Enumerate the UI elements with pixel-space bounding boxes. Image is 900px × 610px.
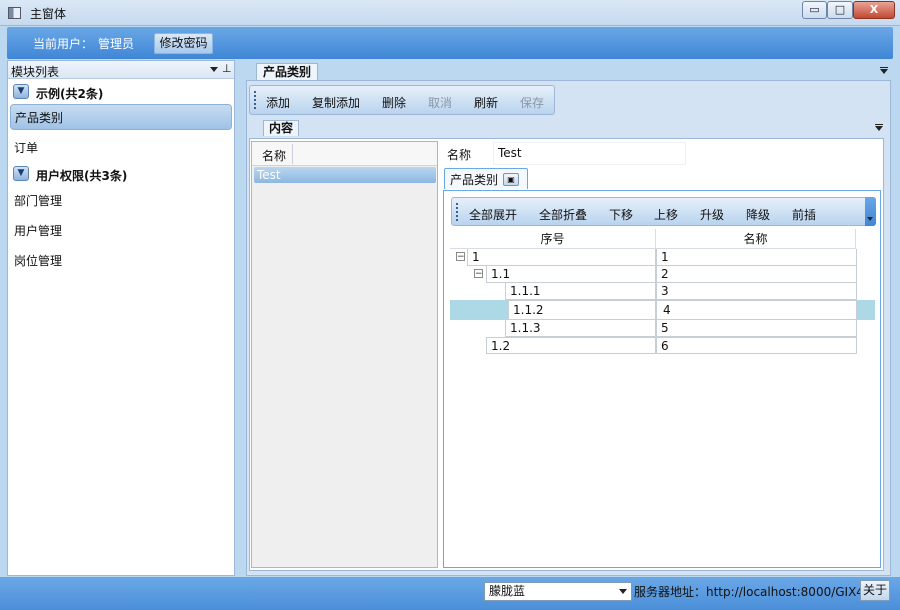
name-input[interactable]: Test	[493, 142, 686, 165]
tree-grid: 序号 名称 − 1 1 − 1.1 2 1.1.1 3 1.1.2 4 1.1.…	[450, 229, 875, 359]
group-label: 用户权限(共3条)	[36, 169, 128, 183]
cancel-button[interactable]: 取消	[428, 94, 452, 111]
tab-inner-product-category[interactable]: 产品类别 ▣	[444, 168, 528, 189]
collapse-icon[interactable]: −	[456, 252, 465, 262]
overflow-icon	[867, 217, 873, 221]
theme-select-value: 朦胧蓝	[489, 584, 526, 598]
nav-item-positions[interactable]: 岗位管理	[8, 248, 234, 274]
group-label: 示例(共2条)	[36, 87, 104, 101]
list-header: 名称	[252, 142, 437, 166]
nav-item-product-category[interactable]: 产品类别	[10, 104, 232, 130]
delete-button[interactable]: 删除	[382, 94, 406, 111]
add-button[interactable]: 添加	[266, 94, 290, 111]
promote-button[interactable]: 升级	[700, 206, 724, 223]
title-bar: 主窗体 ▭ □ X	[0, 0, 900, 26]
nav-item-departments[interactable]: 部门管理	[8, 188, 234, 214]
list-column-name[interactable]: 名称	[262, 147, 286, 164]
app-icon	[8, 7, 21, 19]
expand-all-button[interactable]: 全部展开	[469, 206, 517, 223]
panel-menu-icon[interactable]	[210, 67, 218, 72]
module-list-panel: 模块列表 ⊥ ▼ 示例(共2条) 产品类别 订单 ▼ 用户权限(共3条) 部门管…	[7, 60, 235, 576]
cell-seq: 1.1	[486, 266, 656, 283]
cell-seq: 1.1.2	[508, 300, 656, 320]
theme-select[interactable]: 朦胧蓝	[484, 582, 632, 601]
current-user-name: 管理员	[98, 37, 135, 51]
inner-tab-label: 产品类别	[450, 173, 499, 187]
column-header-name[interactable]: 名称	[656, 229, 856, 249]
toolbar-overflow-button[interactable]	[865, 197, 876, 226]
table-row[interactable]: 1.2 6	[450, 337, 875, 354]
module-list-title: 模块列表	[11, 65, 60, 79]
maximize-button[interactable]: □	[827, 1, 853, 19]
tab-content[interactable]: 内容	[263, 120, 299, 136]
table-row[interactable]: 1.1.1 3	[450, 283, 875, 300]
minimize-button[interactable]: ▭	[802, 1, 827, 19]
tab-product-category[interactable]: 产品类别	[256, 63, 318, 80]
toolbar-grip[interactable]	[456, 203, 458, 221]
cell-seq: 1.1.3	[505, 320, 656, 337]
nav-item-users[interactable]: 用户管理	[8, 218, 234, 244]
toolbar-grip[interactable]	[254, 91, 256, 109]
list-item[interactable]: Test	[254, 167, 436, 183]
copy-add-button[interactable]: 复制添加	[312, 94, 360, 111]
cell-name: 6	[656, 337, 857, 354]
cell-name: 5	[656, 320, 857, 337]
cell-name: 4	[656, 300, 857, 320]
main-toolbar: 添加 复制添加 删除 取消 刷新 保存	[249, 85, 555, 115]
column-divider[interactable]	[292, 144, 293, 164]
user-bar: 当前用户： 管理员 修改密码	[7, 27, 893, 59]
about-button[interactable]: 关于	[860, 580, 890, 601]
current-user-label: 当前用户：	[33, 37, 94, 51]
restore-icon[interactable]: ▣	[503, 173, 519, 186]
cell-seq: 1.2	[486, 337, 656, 354]
insert-before-button[interactable]: 前插	[792, 206, 816, 223]
chevron-down-icon[interactable]: ▼	[13, 166, 29, 181]
collapse-all-button[interactable]: 全部折叠	[539, 206, 587, 223]
collapse-icon[interactable]: −	[474, 269, 483, 279]
content-menu-icon[interactable]	[875, 126, 883, 131]
move-down-button[interactable]: 下移	[609, 206, 633, 223]
save-button[interactable]: 保存	[520, 94, 544, 111]
cell-seq: 1.1.1	[505, 283, 656, 300]
chevron-down-icon[interactable]: ▼	[13, 84, 29, 99]
server-address: 服务器地址：http://localhost:8000/GIX4	[634, 585, 864, 599]
document-menu-icon[interactable]	[880, 69, 888, 74]
cell-name: 2	[656, 266, 857, 283]
window-title: 主窗体	[30, 7, 67, 21]
content-menu-bar	[875, 124, 883, 125]
change-password-button[interactable]: 修改密码	[154, 33, 213, 54]
table-row-selected[interactable]: 1.1.2 4	[450, 300, 875, 320]
move-up-button[interactable]: 上移	[654, 206, 678, 223]
pin-icon[interactable]: ⊥	[222, 62, 232, 75]
name-label: 名称	[447, 148, 472, 162]
list-view: 名称 Test	[251, 141, 438, 568]
cell-seq: 1	[467, 249, 656, 266]
chevron-down-icon[interactable]	[619, 589, 627, 594]
module-list-header: 模块列表 ⊥	[8, 61, 234, 79]
table-row[interactable]: − 1 1	[450, 249, 875, 266]
nav-item-orders[interactable]: 订单	[8, 135, 234, 161]
document-menu-bar	[880, 67, 888, 68]
table-row[interactable]: 1.1.3 5	[450, 320, 875, 337]
column-header-seq[interactable]: 序号	[450, 229, 656, 249]
demote-button[interactable]: 降级	[746, 206, 770, 223]
close-button[interactable]: X	[853, 1, 895, 19]
group-header-permissions[interactable]: ▼ 用户权限(共3条)	[8, 163, 234, 185]
cell-name: 1	[656, 249, 857, 266]
table-row[interactable]: − 1.1 2	[450, 266, 875, 283]
group-header-examples[interactable]: ▼ 示例(共2条)	[8, 81, 234, 103]
cell-name: 3	[656, 283, 857, 300]
tree-toolbar: 全部展开 全部折叠 下移 上移 升级 降级 前插	[451, 197, 876, 226]
refresh-button[interactable]: 刷新	[474, 94, 498, 111]
